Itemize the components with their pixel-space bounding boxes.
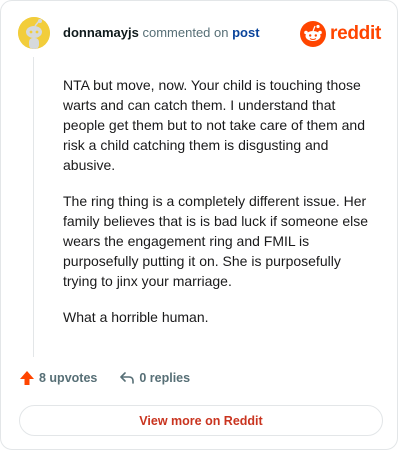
view-more-button[interactable]: View more on Reddit — [19, 405, 383, 436]
comment-actions: 8 upvotes 0 replies — [19, 370, 190, 386]
upvote-button[interactable]: 8 upvotes — [19, 370, 97, 386]
comment-paragraph: What a horrible human. — [63, 309, 209, 325]
comment-paragraph: NTA but move, now. Your child is touchin… — [63, 77, 365, 173]
upvote-arrow-icon — [20, 371, 34, 385]
comment-header: donnamayjs commented on post — [63, 25, 260, 40]
reply-button[interactable]: 0 replies — [119, 370, 190, 386]
post-link[interactable]: post — [232, 25, 259, 40]
reply-arrow-icon — [120, 372, 135, 384]
avatar[interactable] — [18, 17, 50, 49]
comment-body: NTA but move, now. Your child is touchin… — [63, 75, 375, 343]
reddit-comment-embed: donnamayjs commented on post reddit NTA … — [0, 0, 398, 450]
brand-wordmark: reddit — [330, 23, 381, 44]
username-link[interactable]: donnamayjs — [63, 25, 139, 40]
action-text: commented on — [142, 25, 229, 40]
reddit-logo-icon — [300, 21, 327, 47]
comment-paragraph: The ring thing is a completely different… — [63, 193, 369, 289]
thread-line — [33, 57, 34, 357]
upvote-count: 8 upvotes — [39, 371, 98, 385]
snoo-avatar-icon — [18, 17, 50, 49]
reply-count: 0 replies — [139, 371, 191, 385]
reddit-logo[interactable]: reddit — [300, 21, 381, 47]
